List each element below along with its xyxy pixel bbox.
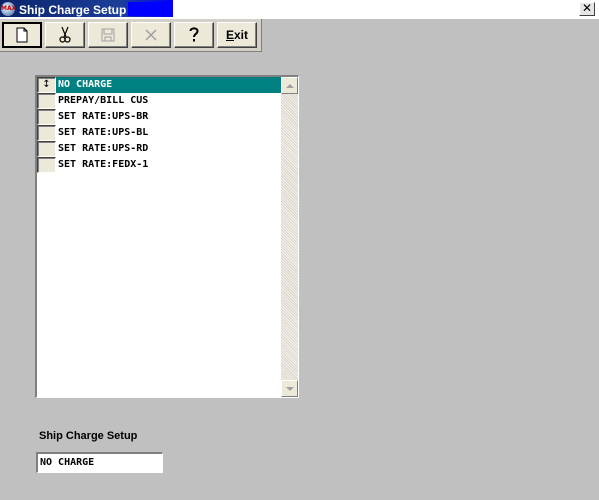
arrow-down-icon <box>285 386 294 391</box>
list-item-label: SET RATE:UPS-BR <box>58 111 149 122</box>
app-window: MAX Ship Charge Setup ✕ Exit ↕ NO CHARGE… <box>0 0 599 500</box>
row-selector[interactable] <box>37 157 56 173</box>
list-item-label: NO CHARGE <box>56 77 281 93</box>
row-selector[interactable] <box>37 125 56 141</box>
list-item-label: SET RATE:UPS-BL <box>58 127 149 138</box>
list-item[interactable]: SET RATE:UPS-BL <box>37 125 281 141</box>
row-selector[interactable]: ↕ <box>37 77 56 93</box>
row-selector[interactable] <box>37 93 56 109</box>
list-item[interactable]: SET RATE:UPS-BR <box>37 109 281 125</box>
ship-charge-list[interactable]: ↕ NO CHARGE PREPAY/BILL CUS SET RATE:UPS-BR… <box>35 75 299 398</box>
row-selector[interactable] <box>37 141 56 157</box>
field-label: Ship Charge Setup <box>39 430 138 442</box>
scroll-up-button[interactable] <box>281 77 298 94</box>
list-item[interactable]: SET RATE:FEDX-1 <box>37 157 281 173</box>
new-document-icon <box>16 27 28 43</box>
question-mark-icon <box>189 27 199 42</box>
app-icon: MAX <box>1 2 15 16</box>
arrow-up-icon <box>285 83 294 88</box>
ship-charge-field[interactable]: NO CHARGE <box>36 452 163 473</box>
close-button[interactable]: ✕ <box>579 2 595 16</box>
delete-button[interactable] <box>131 22 171 48</box>
cut-button[interactable] <box>45 22 85 48</box>
help-button[interactable] <box>174 22 214 48</box>
list-item[interactable]: SET RATE:UPS-RD <box>37 141 281 157</box>
window-title: Ship Charge Setup <box>19 3 127 17</box>
exit-button[interactable]: Exit <box>217 22 257 48</box>
title-bar[interactable]: MAX Ship Charge Setup ✕ <box>0 0 599 19</box>
list-item[interactable]: PREPAY/BILL CUS <box>37 93 281 109</box>
save-button[interactable] <box>88 22 128 48</box>
list-item[interactable]: ↕ NO CHARGE <box>37 77 281 93</box>
vertical-scrollbar[interactable] <box>281 77 298 397</box>
row-selector[interactable] <box>37 109 56 125</box>
new-button[interactable] <box>2 22 42 48</box>
list-item-label: SET RATE:FEDX-1 <box>58 159 149 170</box>
floppy-disk-icon <box>101 28 115 42</box>
list-item-label: SET RATE:UPS-RD <box>58 143 149 154</box>
title-bar-accent <box>128 2 173 16</box>
scissors-icon <box>59 26 71 43</box>
exit-button-label: Exit <box>225 28 249 42</box>
x-mark-icon <box>145 29 157 41</box>
scroll-down-button[interactable] <box>281 380 298 397</box>
toolbar: Exit <box>0 19 262 52</box>
list-item-label: PREPAY/BILL CUS <box>58 95 149 106</box>
